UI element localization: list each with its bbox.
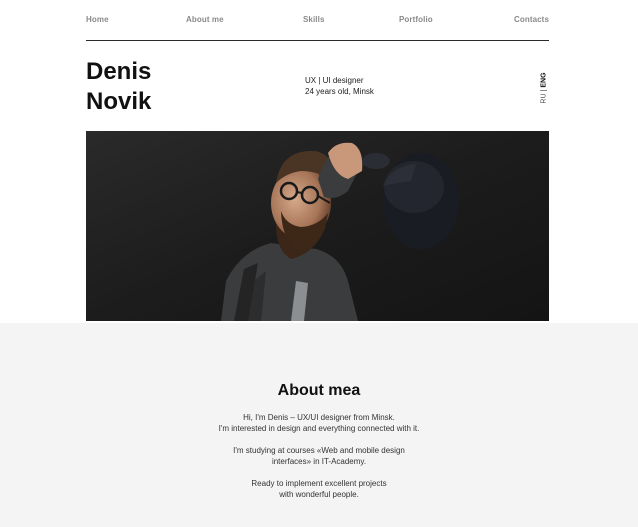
about-text-line: I'm studying at courses «Web and mobile …: [233, 446, 405, 455]
first-name: Denis: [86, 58, 152, 85]
lang-ru[interactable]: RU: [541, 93, 548, 103]
about-text-line: with wonderful people.: [279, 490, 359, 499]
about-paragraph-studies: I'm studying at courses «Web and mobile …: [0, 445, 638, 467]
about-paragraph-intro: Hi, I'm Denis – UX/UI designer from Mins…: [0, 412, 638, 434]
about-section: About mea Hi, I'm Denis – UX/UI designer…: [0, 323, 638, 527]
language-switcher: RU| ENG: [538, 68, 550, 108]
nav-contacts-link[interactable]: Contacts: [514, 15, 549, 24]
last-name: Novik: [86, 88, 152, 115]
nav-home-link[interactable]: Home: [86, 15, 109, 24]
hero-photo: [86, 131, 549, 321]
page-title: Denis Novik: [86, 57, 151, 117]
lang-eng[interactable]: ENG: [541, 72, 548, 87]
about-title: About mea: [277, 382, 361, 399]
nav-about-link[interactable]: About me: [186, 15, 224, 24]
about-text-line: interfaces» in IT-Academy.: [271, 457, 367, 466]
portrait-photo: [86, 131, 549, 321]
role-title: UX | UI designer: [305, 76, 364, 85]
about-text-line: Hi, I'm Denis – UX/UI designer from Mins…: [243, 413, 395, 422]
lang-separator: |: [540, 89, 548, 92]
age-location: 24 years old, Minsk: [305, 87, 374, 96]
top-nav: Home About me Skills Portfolio Contacts: [86, 0, 549, 41]
about-text-line: Ready to implement excellent projects: [251, 479, 387, 488]
about-paragraph-ready: Ready to implement excellent projects wi…: [0, 478, 638, 500]
role-info: UX | UI designer 24 years old, Minsk: [305, 75, 374, 97]
about-text-line: I'm interested in design and everything …: [218, 424, 420, 433]
nav-portfolio-link[interactable]: Portfolio: [399, 15, 433, 24]
nav-skills-link[interactable]: Skills: [303, 15, 325, 24]
